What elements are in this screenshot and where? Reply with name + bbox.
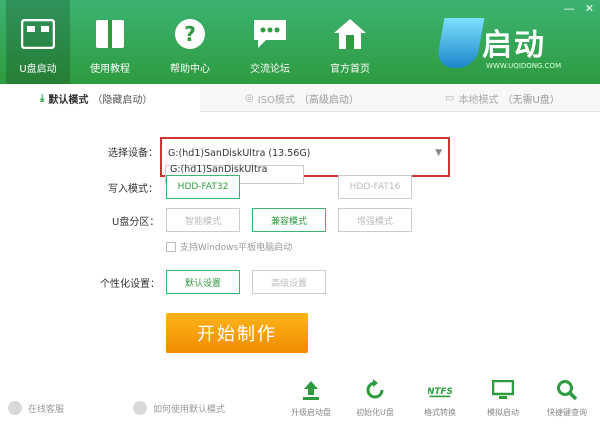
tab-icon: ⤓ — [40, 92, 45, 104]
online-service-label: 在线客服 — [28, 404, 65, 415]
nav-label: 使用教程 — [90, 64, 130, 75]
online-service-link[interactable]: 在线客服 — [8, 401, 64, 415]
how-to-label: 如何使用默认模式 — [153, 404, 226, 415]
logo-u-shape — [435, 18, 485, 68]
window-controls: — ✕ — [564, 2, 594, 15]
personalize-advanced[interactable]: 高级设置 — [252, 270, 326, 294]
app-header: — ✕ U盘启动 使用教程 ? 帮助中心 交流论坛 官方首页 启动 WWW.UQ… — [0, 0, 600, 84]
personalize-label: 个性化设置： — [100, 279, 160, 290]
nav-label: 交流论坛 — [250, 64, 290, 75]
tablet-boot-label: 支持Windows平板电脑启动 — [180, 243, 293, 253]
chat-icon — [250, 14, 290, 54]
tool-format-convert[interactable]: NTFS 格式转换 — [415, 378, 465, 418]
nav-label: U盘启动 — [19, 64, 57, 75]
mode-tabs: ⤓ 默认模式 （隐藏启动） ◎ ISO模式 （高级启动） ▭ 本地模式 （无需U… — [0, 84, 600, 112]
tool-label: 升级启动盘 — [291, 408, 331, 417]
logo-url: WWW.UQIDONG.COM — [486, 62, 562, 70]
disc-icon: ◎ — [245, 92, 254, 104]
book-icon — [90, 14, 130, 54]
start-button[interactable]: 开始制作 — [166, 313, 308, 353]
write-mode-hdd-fat16[interactable]: HDD-FAT16 — [338, 175, 412, 199]
service-icon — [8, 401, 22, 415]
tool-simulate-boot[interactable]: 模拟启动 — [478, 378, 528, 418]
nav-help[interactable]: ? 帮助中心 — [150, 14, 230, 84]
tab-sublabel: （隐藏启动） — [92, 94, 153, 106]
how-to-link[interactable]: 如何使用默认模式 — [133, 401, 225, 415]
tool-label: 快捷键查询 — [547, 408, 587, 417]
monitor-icon — [491, 378, 515, 402]
tab-default-mode[interactable]: ⤓ 默认模式 （隐藏启动） — [0, 84, 200, 112]
app-logo: 启动 WWW.UQIDONG.COM — [435, 18, 580, 74]
tool-label: 初始化U盘 — [356, 408, 394, 417]
partition-label: U盘分区： — [112, 217, 160, 228]
write-mode-label: 写入模式： — [108, 184, 158, 195]
tool-upgrade[interactable]: 升级启动盘 — [286, 378, 336, 418]
tab-sublabel: （高级启动） — [298, 94, 359, 106]
tab-local-mode[interactable]: ▭ 本地模式 （无需U盘） — [445, 84, 595, 112]
help-icon: ? — [170, 14, 210, 54]
tool-label: 模拟启动 — [487, 408, 519, 417]
nav-usb-boot[interactable]: U盘启动 — [6, 0, 70, 84]
tool-label: 格式转换 — [424, 408, 456, 417]
tablet-boot-checkbox[interactable] — [166, 241, 176, 252]
search-icon — [555, 378, 579, 402]
tool-init-usb[interactable]: 初始化U盘 — [350, 378, 400, 418]
usb-icon — [18, 14, 58, 54]
monitor-icon: ▭ — [445, 92, 455, 104]
tab-label: 本地模式 — [458, 94, 499, 106]
svg-text:NTFS: NTFS — [428, 387, 452, 397]
nav-home[interactable]: 官方首页 — [310, 14, 390, 84]
close-button[interactable]: ✕ — [585, 2, 594, 15]
personalize-default[interactable]: 默认设置 — [166, 270, 240, 294]
nav-label: 帮助中心 — [170, 64, 210, 75]
device-select-value: G:(hd1)SanDiskUltra (13.56G) — [168, 147, 311, 159]
upload-icon — [299, 378, 323, 402]
info-icon — [133, 401, 147, 415]
nav-forum[interactable]: 交流论坛 — [230, 14, 310, 84]
logo-text: 启动 — [482, 28, 546, 63]
chevron-down-icon: ▼ — [435, 148, 442, 158]
partition-enhanced[interactable]: 增强模式 — [338, 208, 412, 232]
tab-label: 默认模式 — [48, 94, 89, 106]
write-mode-hdd-fat32[interactable]: HDD-FAT32 — [166, 175, 240, 199]
tab-label: ISO模式 — [257, 94, 295, 106]
refresh-icon — [363, 378, 387, 402]
partition-smart[interactable]: 智能模式 — [166, 208, 240, 232]
nav-label: 官方首页 — [330, 64, 370, 75]
tool-hotkey-query[interactable]: 快捷键查询 — [542, 378, 592, 418]
nav-tutorial[interactable]: 使用教程 — [70, 14, 150, 84]
partition-compat[interactable]: 兼容模式 — [252, 208, 326, 232]
main-nav: U盘启动 使用教程 ? 帮助中心 交流论坛 官方首页 — [6, 0, 390, 84]
tablet-boot-option[interactable]: 支持Windows平板电脑启动 — [166, 240, 292, 253]
minimize-button[interactable]: — — [564, 2, 575, 15]
home-icon — [330, 14, 370, 54]
svg-text:?: ? — [184, 22, 196, 46]
device-label: 选择设备： — [108, 148, 158, 159]
tab-sublabel: （无需U盘） — [502, 94, 560, 106]
tab-iso-mode[interactable]: ◎ ISO模式 （高级启动） — [245, 84, 395, 112]
ntfs-icon: NTFS — [428, 378, 452, 402]
